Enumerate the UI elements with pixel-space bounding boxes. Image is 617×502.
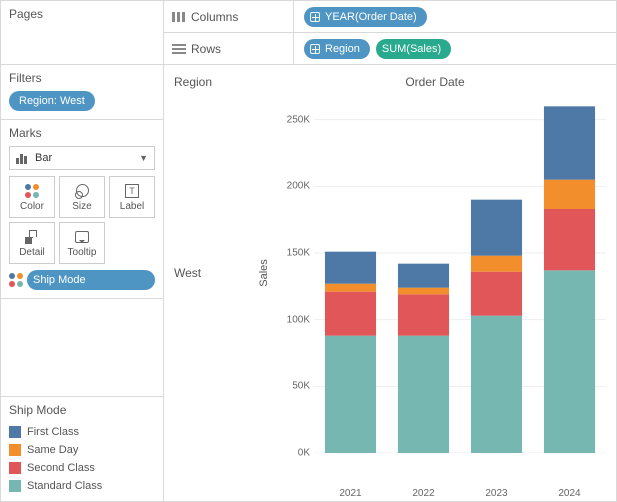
y-axis-ticks: 0K50K100K150K200K250K bbox=[274, 93, 314, 453]
rows-shelf-label: Rows bbox=[164, 33, 294, 64]
marks-label-button[interactable]: T Label bbox=[109, 176, 155, 218]
color-icon bbox=[24, 183, 40, 199]
x-tick-label: 2023 bbox=[460, 488, 533, 499]
marks-label-label: Label bbox=[120, 201, 144, 212]
bar-segment[interactable] bbox=[398, 294, 449, 335]
bar-segment[interactable] bbox=[398, 336, 449, 453]
label-icon: T bbox=[124, 183, 140, 199]
color-legend: Ship Mode First Class Same Day Second Clas… bbox=[1, 396, 163, 501]
columns-shelf[interactable]: Columns YEAR(Order Date) bbox=[164, 1, 616, 33]
legend-label: Second Class bbox=[27, 462, 95, 474]
mark-type-dropdown[interactable]: Bar ▼ bbox=[9, 146, 155, 170]
columns-icon bbox=[172, 12, 186, 22]
expand-icon bbox=[310, 44, 320, 54]
legend-title: Ship Mode bbox=[9, 403, 155, 417]
marks-tooltip-label: Tooltip bbox=[68, 247, 97, 258]
marks-color-button[interactable]: Color bbox=[9, 176, 55, 218]
x-tick-label: 2024 bbox=[533, 488, 606, 499]
marks-size-label: Size bbox=[72, 201, 91, 212]
legend-label: Same Day bbox=[27, 444, 78, 456]
marks-detail-label: Detail bbox=[19, 247, 45, 258]
marks-color-pill[interactable]: Ship Mode bbox=[27, 270, 155, 290]
pages-shelf[interactable]: Pages bbox=[1, 1, 163, 65]
y-tick-label: 200K bbox=[287, 181, 310, 192]
bar-chart-icon bbox=[16, 152, 30, 164]
bar-segment[interactable] bbox=[544, 209, 595, 270]
field-pill[interactable]: SUM(Sales) bbox=[376, 39, 451, 59]
y-tick-label: 100K bbox=[287, 314, 310, 325]
tableau-worksheet: Pages Filters Region: West Marks Bar ▼ C… bbox=[0, 0, 617, 502]
chevron-down-icon: ▼ bbox=[139, 153, 148, 163]
detail-icon bbox=[24, 229, 40, 245]
tooltip-icon bbox=[74, 229, 90, 245]
filters-title: Filters bbox=[9, 71, 155, 85]
marks-tooltip-button[interactable]: Tooltip bbox=[59, 222, 105, 264]
chart-plot-area[interactable] bbox=[314, 93, 606, 453]
y-tick-label: 150K bbox=[287, 248, 310, 259]
bar-segment[interactable] bbox=[544, 270, 595, 453]
marks-color-assignment[interactable]: Ship Mode bbox=[9, 270, 155, 290]
bar-segment[interactable] bbox=[471, 272, 522, 316]
marks-detail-button[interactable]: Detail bbox=[9, 222, 55, 264]
pages-title: Pages bbox=[9, 7, 155, 21]
y-tick-label: 0K bbox=[298, 448, 310, 459]
legend-swatch bbox=[9, 426, 21, 438]
columns-drop-area[interactable]: YEAR(Order Date) bbox=[294, 7, 616, 27]
marks-color-label: Color bbox=[20, 201, 44, 212]
x-axis-labels: 2021202220232024 bbox=[314, 488, 606, 499]
bar-segment[interactable] bbox=[471, 316, 522, 453]
legend-label: Standard Class bbox=[27, 480, 102, 492]
legend-swatch bbox=[9, 444, 21, 456]
x-tick-label: 2022 bbox=[387, 488, 460, 499]
viz-area: Region Order Date West Sales 0K 50K 100K 15… bbox=[164, 65, 616, 501]
mark-type-label: Bar bbox=[35, 152, 52, 164]
bar-segment[interactable] bbox=[325, 252, 376, 284]
rows-drop-area[interactable]: Region SUM(Sales) bbox=[294, 39, 616, 59]
rows-icon bbox=[172, 44, 186, 54]
bar-segment[interactable] bbox=[325, 292, 376, 336]
marks-buttons-grid: Color Size T Label Detail Tooltip bbox=[9, 176, 155, 264]
marks-size-button[interactable]: Size bbox=[59, 176, 105, 218]
size-icon bbox=[74, 183, 90, 199]
left-sidebar: Pages Filters Region: West Marks Bar ▼ C… bbox=[1, 1, 164, 501]
y-axis-title[interactable]: Sales bbox=[254, 93, 274, 453]
bar-segment[interactable] bbox=[471, 200, 522, 256]
x-tick-label: 2021 bbox=[314, 488, 387, 499]
legend-label: First Class bbox=[27, 426, 79, 438]
stacked-bar-chart bbox=[314, 93, 606, 453]
legend-swatch bbox=[9, 462, 21, 474]
bar-segment[interactable] bbox=[398, 288, 449, 295]
right-content: Columns YEAR(Order Date) Rows Region SUM(… bbox=[164, 1, 616, 501]
color-icon bbox=[9, 273, 23, 287]
legend-item[interactable]: First Class bbox=[9, 423, 155, 441]
filters-shelf[interactable]: Filters Region: West bbox=[1, 65, 163, 120]
legend-item[interactable]: Standard Class bbox=[9, 477, 155, 495]
rows-shelf[interactable]: Rows Region SUM(Sales) bbox=[164, 33, 616, 65]
row-header-value[interactable]: West bbox=[164, 93, 254, 453]
bar-segment[interactable] bbox=[471, 256, 522, 272]
marks-card: Marks Bar ▼ Color Size T Label bbox=[1, 120, 163, 299]
columns-shelf-label: Columns bbox=[164, 1, 294, 32]
legend-item[interactable]: Same Day bbox=[9, 441, 155, 459]
field-pill[interactable]: Region bbox=[304, 39, 370, 59]
filter-pill-region[interactable]: Region: West bbox=[9, 91, 95, 111]
bar-segment[interactable] bbox=[325, 336, 376, 453]
column-field-header[interactable]: Order Date bbox=[254, 71, 616, 93]
legend-swatch bbox=[9, 480, 21, 492]
y-tick-label: 50K bbox=[292, 381, 310, 392]
bar-segment[interactable] bbox=[544, 106, 595, 179]
bar-segment[interactable] bbox=[398, 264, 449, 288]
y-tick-label: 250K bbox=[287, 114, 310, 125]
bar-segment[interactable] bbox=[544, 180, 595, 209]
row-field-header[interactable]: Region bbox=[164, 71, 254, 93]
marks-title: Marks bbox=[9, 126, 155, 140]
bar-segment[interactable] bbox=[325, 284, 376, 292]
field-pill[interactable]: YEAR(Order Date) bbox=[304, 7, 427, 27]
legend-item[interactable]: Second Class bbox=[9, 459, 155, 477]
expand-icon bbox=[310, 12, 320, 22]
